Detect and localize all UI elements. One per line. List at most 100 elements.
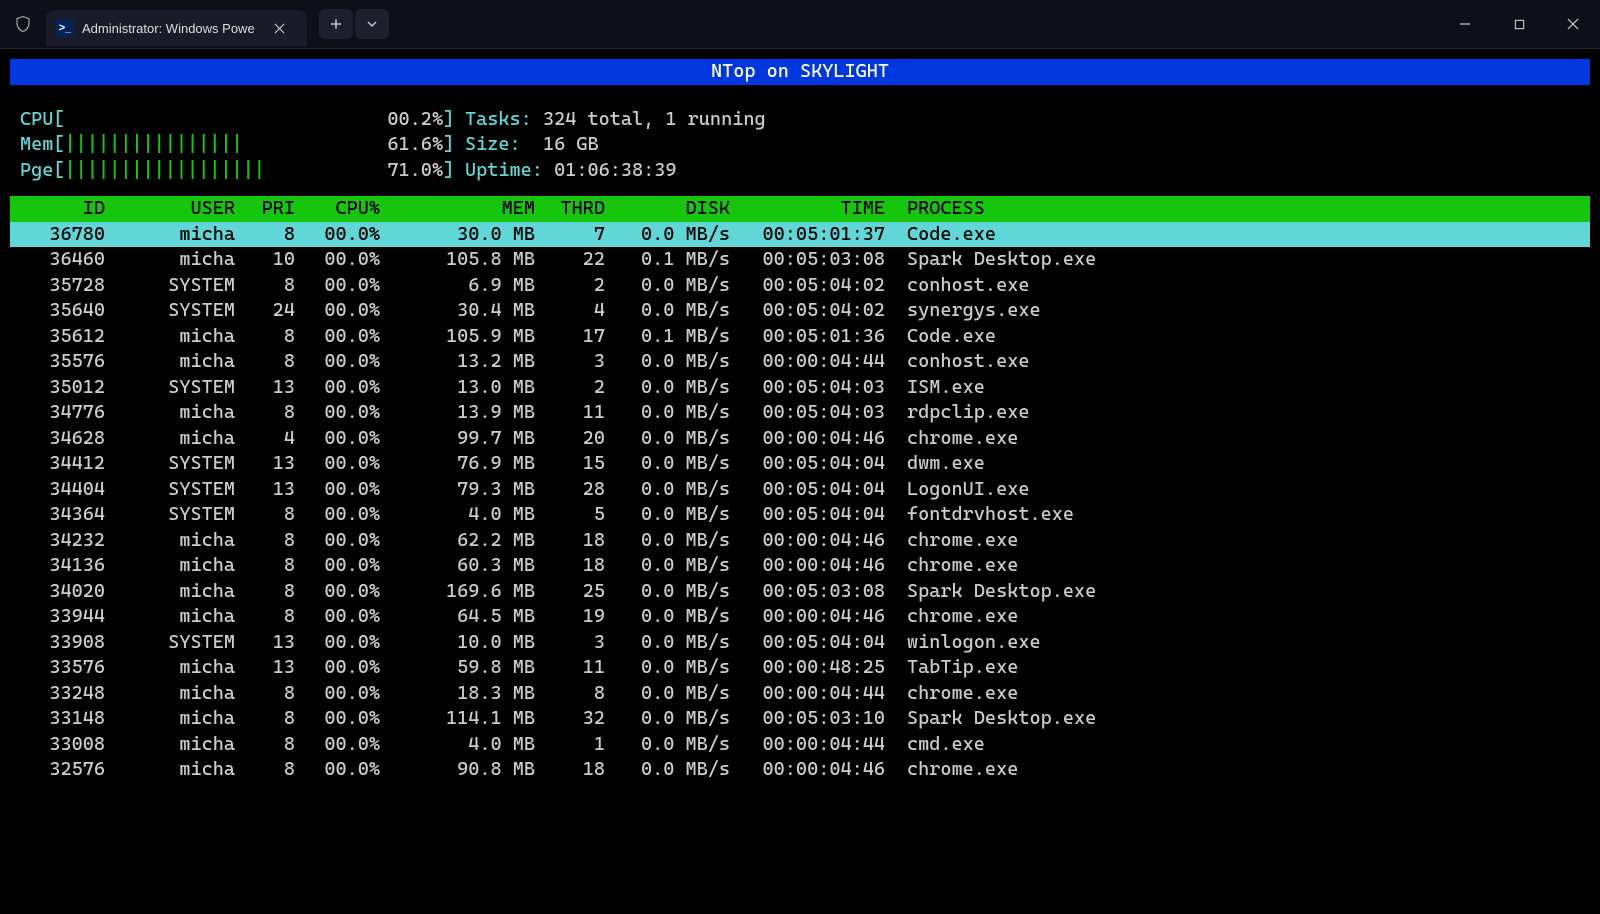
cell-disk: 0.0 MB/s bbox=[605, 451, 730, 477]
cell-disk: 0.0 MB/s bbox=[605, 604, 730, 630]
table-row[interactable]: 33576micha1300.0%59.8 MB110.0 MB/s00:00:… bbox=[10, 655, 1590, 681]
cell-id: 34404 bbox=[10, 477, 105, 503]
cell-cpu: 00.0% bbox=[295, 222, 380, 248]
cell-time: 00:05:03:08 bbox=[730, 247, 885, 273]
cell-user: SYSTEM bbox=[105, 273, 235, 299]
cell-process: TabTip.exe bbox=[885, 655, 1590, 681]
shield-icon-button[interactable] bbox=[0, 0, 46, 48]
table-row[interactable]: 35728SYSTEM800.0%6.9 MB20.0 MB/s00:05:04… bbox=[10, 273, 1590, 299]
table-row[interactable]: 34364SYSTEM800.0%4.0 MB50.0 MB/s00:05:04… bbox=[10, 502, 1590, 528]
cell-cpu: 00.0% bbox=[295, 502, 380, 528]
cpu-meter-label: CPU bbox=[20, 108, 53, 130]
table-row[interactable]: 34776micha800.0%13.9 MB110.0 MB/s00:05:0… bbox=[10, 400, 1590, 426]
cell-disk: 0.0 MB/s bbox=[605, 579, 730, 605]
cell-thrd: 2 bbox=[535, 375, 605, 401]
window-close-button[interactable] bbox=[1546, 0, 1600, 48]
cell-mem: 13.9 MB bbox=[380, 400, 535, 426]
uptime-value: 01:06:38:39 bbox=[554, 159, 676, 181]
col-process[interactable]: PROCESS bbox=[885, 196, 1590, 222]
cell-id: 33008 bbox=[10, 732, 105, 758]
tab-dropdown-button[interactable] bbox=[355, 9, 389, 39]
cell-user: micha bbox=[105, 349, 235, 375]
cell-disk: 0.0 MB/s bbox=[605, 349, 730, 375]
cell-user: micha bbox=[105, 426, 235, 452]
minimize-button[interactable] bbox=[1438, 0, 1492, 48]
cell-user: micha bbox=[105, 732, 235, 758]
table-row[interactable]: 33148micha800.0%114.1 MB320.0 MB/s00:05:… bbox=[10, 706, 1590, 732]
process-table-header[interactable]: ID USER PRI CPU% MEM THRD DISK TIME PROC… bbox=[10, 196, 1590, 222]
size-value: 16 GB bbox=[543, 133, 599, 155]
cell-time: 00:00:04:46 bbox=[730, 553, 885, 579]
cell-pri: 8 bbox=[235, 604, 295, 630]
cell-thrd: 19 bbox=[535, 604, 605, 630]
cell-process: cmd.exe bbox=[885, 732, 1590, 758]
cell-time: 00:00:04:44 bbox=[730, 681, 885, 707]
table-row[interactable]: 36780micha800.0%30.0 MB70.0 MB/s00:05:01… bbox=[10, 222, 1590, 248]
cell-process: conhost.exe bbox=[885, 349, 1590, 375]
cell-thrd: 3 bbox=[535, 349, 605, 375]
table-row[interactable]: 35640SYSTEM2400.0%30.4 MB40.0 MB/s00:05:… bbox=[10, 298, 1590, 324]
table-row[interactable]: 35612micha800.0%105.9 MB170.1 MB/s00:05:… bbox=[10, 324, 1590, 350]
cell-mem: 10.0 MB bbox=[380, 630, 535, 656]
cell-pri: 8 bbox=[235, 681, 295, 707]
col-mem[interactable]: MEM bbox=[380, 196, 535, 222]
table-row[interactable]: 33944micha800.0%64.5 MB190.0 MB/s00:00:0… bbox=[10, 604, 1590, 630]
cell-disk: 0.0 MB/s bbox=[605, 273, 730, 299]
mem-meter-label: Mem bbox=[20, 133, 53, 155]
cell-pri: 13 bbox=[235, 477, 295, 503]
cell-pri: 8 bbox=[235, 732, 295, 758]
cell-mem: 13.0 MB bbox=[380, 375, 535, 401]
table-row[interactable]: 35576micha800.0%13.2 MB30.0 MB/s00:00:04… bbox=[10, 349, 1590, 375]
cell-user: micha bbox=[105, 757, 235, 783]
col-disk[interactable]: DISK bbox=[605, 196, 730, 222]
table-row[interactable]: 33908SYSTEM1300.0%10.0 MB30.0 MB/s00:05:… bbox=[10, 630, 1590, 656]
terminal-viewport[interactable]: NTop on SKYLIGHT CPU[ 00.2%] Tasks: 324 … bbox=[10, 59, 1590, 783]
cell-thrd: 15 bbox=[535, 451, 605, 477]
tab-close-button[interactable] bbox=[263, 11, 297, 45]
table-row[interactable]: 32576micha800.0%90.8 MB180.0 MB/s00:00:0… bbox=[10, 757, 1590, 783]
cell-pri: 8 bbox=[235, 273, 295, 299]
cell-mem: 6.9 MB bbox=[380, 273, 535, 299]
cell-time: 00:00:48:25 bbox=[730, 655, 885, 681]
table-row[interactable]: 34136micha800.0%60.3 MB180.0 MB/s00:00:0… bbox=[10, 553, 1590, 579]
cell-disk: 0.0 MB/s bbox=[605, 222, 730, 248]
cell-user: micha bbox=[105, 400, 235, 426]
cell-mem: 76.9 MB bbox=[380, 451, 535, 477]
cell-id: 35640 bbox=[10, 298, 105, 324]
col-cpu[interactable]: CPU% bbox=[295, 196, 380, 222]
cell-id: 34628 bbox=[10, 426, 105, 452]
cell-user: SYSTEM bbox=[105, 375, 235, 401]
table-row[interactable]: 34412SYSTEM1300.0%76.9 MB150.0 MB/s00:05… bbox=[10, 451, 1590, 477]
cell-process: chrome.exe bbox=[885, 553, 1590, 579]
table-row[interactable]: 34404SYSTEM1300.0%79.3 MB280.0 MB/s00:05… bbox=[10, 477, 1590, 503]
table-row[interactable]: 35012SYSTEM1300.0%13.0 MB20.0 MB/s00:05:… bbox=[10, 375, 1590, 401]
col-pri[interactable]: PRI bbox=[235, 196, 295, 222]
cell-thrd: 18 bbox=[535, 757, 605, 783]
cell-process: ISM.exe bbox=[885, 375, 1590, 401]
cell-process: chrome.exe bbox=[885, 426, 1590, 452]
table-row[interactable]: 34628micha400.0%99.7 MB200.0 MB/s00:00:0… bbox=[10, 426, 1590, 452]
new-tab-button[interactable] bbox=[319, 9, 353, 39]
table-row[interactable]: 36460micha1000.0%105.8 MB220.1 MB/s00:05… bbox=[10, 247, 1590, 273]
col-time[interactable]: TIME bbox=[730, 196, 885, 222]
cell-time: 00:00:04:44 bbox=[730, 349, 885, 375]
cell-time: 00:05:03:08 bbox=[730, 579, 885, 605]
cell-thrd: 32 bbox=[535, 706, 605, 732]
shield-icon bbox=[14, 15, 32, 33]
cell-thrd: 4 bbox=[535, 298, 605, 324]
table-row[interactable]: 34020micha800.0%169.6 MB250.0 MB/s00:05:… bbox=[10, 579, 1590, 605]
col-id[interactable]: ID bbox=[10, 196, 105, 222]
table-row[interactable]: 33248micha800.0%18.3 MB80.0 MB/s00:00:04… bbox=[10, 681, 1590, 707]
tab-powershell[interactable]: >_ Administrator: Windows Powe bbox=[46, 10, 307, 46]
cell-id: 35728 bbox=[10, 273, 105, 299]
chevron-down-icon bbox=[366, 18, 378, 30]
col-user[interactable]: USER bbox=[105, 196, 235, 222]
maximize-button[interactable] bbox=[1492, 0, 1546, 48]
uptime-label: Uptime: bbox=[465, 159, 543, 181]
col-thrd[interactable]: THRD bbox=[535, 196, 605, 222]
table-row[interactable]: 34232micha800.0%62.2 MB180.0 MB/s00:00:0… bbox=[10, 528, 1590, 554]
cell-time: 00:05:03:10 bbox=[730, 706, 885, 732]
cell-mem: 60.3 MB bbox=[380, 553, 535, 579]
cell-id: 34136 bbox=[10, 553, 105, 579]
table-row[interactable]: 33008micha800.0%4.0 MB10.0 MB/s00:00:04:… bbox=[10, 732, 1590, 758]
